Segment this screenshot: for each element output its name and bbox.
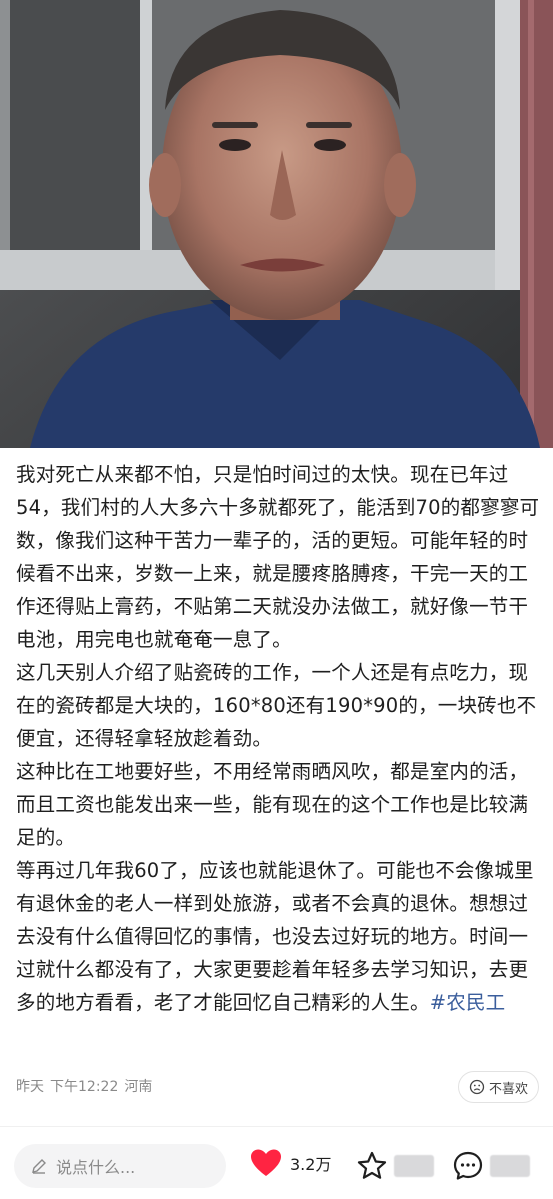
comment-input[interactable]: 说点什么... xyxy=(14,1144,226,1188)
like-button[interactable]: 3.2万 xyxy=(250,1148,331,1178)
post-paragraph: 等再过几年我60了，应该也就能退休了。可能也不会像城里有退休金的老人一样到处旅游… xyxy=(16,859,534,1014)
favorite-count-redacted xyxy=(394,1155,434,1177)
like-count: 3.2万 xyxy=(290,1155,332,1174)
post-paragraph: 这几天别人介绍了贴瓷砖的工作，一个人还是有点吃力，现在的瓷砖都是大块的，160*… xyxy=(16,661,537,750)
dislike-face-icon xyxy=(469,1079,485,1095)
comment-placeholder: 说点什么... xyxy=(56,1158,136,1177)
pencil-icon xyxy=(32,1159,46,1174)
man-portrait-image xyxy=(0,0,553,448)
post-text: 我对死亡从来都不怕，只是怕时间过的太快。现在已年过54，我们村的人大多六十多就都… xyxy=(16,458,540,1019)
star-icon xyxy=(357,1151,387,1179)
dislike-label: 不喜欢 xyxy=(488,1081,528,1097)
post-photo[interactable] xyxy=(0,0,553,448)
post-meta: 昨天 下午12:22 河南 xyxy=(16,1076,158,1096)
post-time: 下午12:22 xyxy=(50,1079,119,1095)
comment-count-redacted xyxy=(490,1155,530,1177)
heart-icon xyxy=(251,1149,281,1176)
favorite-button[interactable] xyxy=(356,1150,434,1182)
divider xyxy=(0,1126,553,1127)
bottom-action-bar: 说点什么... 3.2万 xyxy=(0,1138,553,1196)
hashtag-link[interactable]: #农民工 xyxy=(430,991,506,1014)
comment-button[interactable] xyxy=(452,1150,530,1182)
dislike-button[interactable]: 不喜欢 xyxy=(457,1071,539,1103)
post-day: 昨天 xyxy=(16,1079,44,1095)
post-location: 河南 xyxy=(124,1079,153,1095)
post-paragraph: 我对死亡从来都不怕，只是怕时间过的太快。现在已年过54，我们村的人大多六十多就都… xyxy=(16,463,540,651)
comment-icon xyxy=(453,1151,483,1180)
post-paragraph: 这种比在工地要好些，不用经常雨晒风吹，都是室内的活，而且工资也能发出来一些，能有… xyxy=(16,760,529,849)
